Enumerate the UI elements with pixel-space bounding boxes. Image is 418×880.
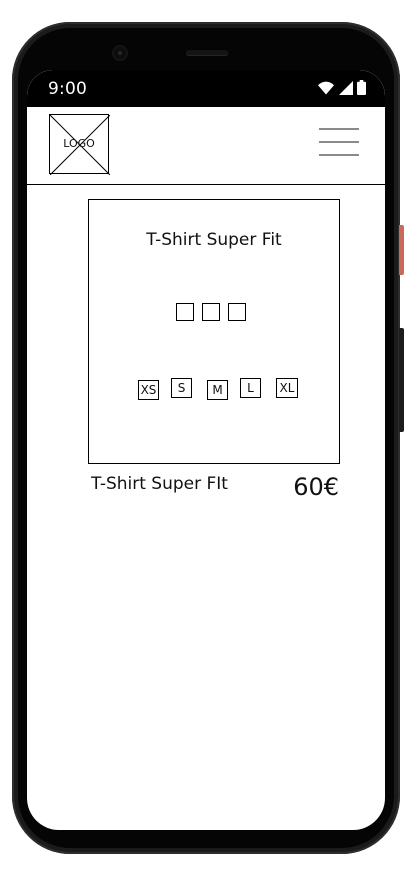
hamburger-menu-icon <box>319 128 359 130</box>
status-bar: 9:00 <box>27 70 385 105</box>
color-swatch[interactable] <box>228 303 246 321</box>
battery-icon <box>357 80 366 95</box>
status-icons <box>317 80 366 95</box>
size-xs-button[interactable]: XS <box>138 380 159 400</box>
size-s-button[interactable]: S <box>171 378 192 398</box>
color-swatch-row <box>176 303 246 321</box>
color-swatch[interactable] <box>176 303 194 321</box>
product-card-title: T-Shirt Super Fit <box>146 230 282 250</box>
phone-screen: 9:00 LOGO T-Shirt Super Fit XS S M L XL … <box>27 70 385 830</box>
size-l-button[interactable]: L <box>240 378 261 398</box>
hamburger-menu-line <box>319 154 359 156</box>
color-swatch[interactable] <box>202 303 220 321</box>
front-camera-icon <box>114 47 126 59</box>
app-header: LOGO <box>27 105 385 185</box>
logo-text: LOGO <box>63 137 95 150</box>
size-xl-button[interactable]: XL <box>276 378 298 398</box>
product-image-placeholder[interactable]: T-Shirt Super Fit XS S M L XL <box>88 199 340 464</box>
wifi-icon <box>317 81 335 95</box>
volume-button <box>399 328 404 432</box>
hamburger-menu-button[interactable] <box>319 128 359 158</box>
size-m-button[interactable]: M <box>207 380 228 400</box>
earpiece-speaker <box>186 50 228 55</box>
product-price: 60€ <box>293 473 339 501</box>
signal-icon <box>339 80 353 95</box>
status-time: 9:00 <box>48 79 87 99</box>
size-selector: XS S M L XL <box>138 378 300 400</box>
product-name: T-Shirt Super FIt <box>91 474 228 494</box>
hamburger-menu-line <box>319 141 359 143</box>
logo-placeholder[interactable]: LOGO <box>49 114 110 175</box>
power-button <box>399 225 404 275</box>
